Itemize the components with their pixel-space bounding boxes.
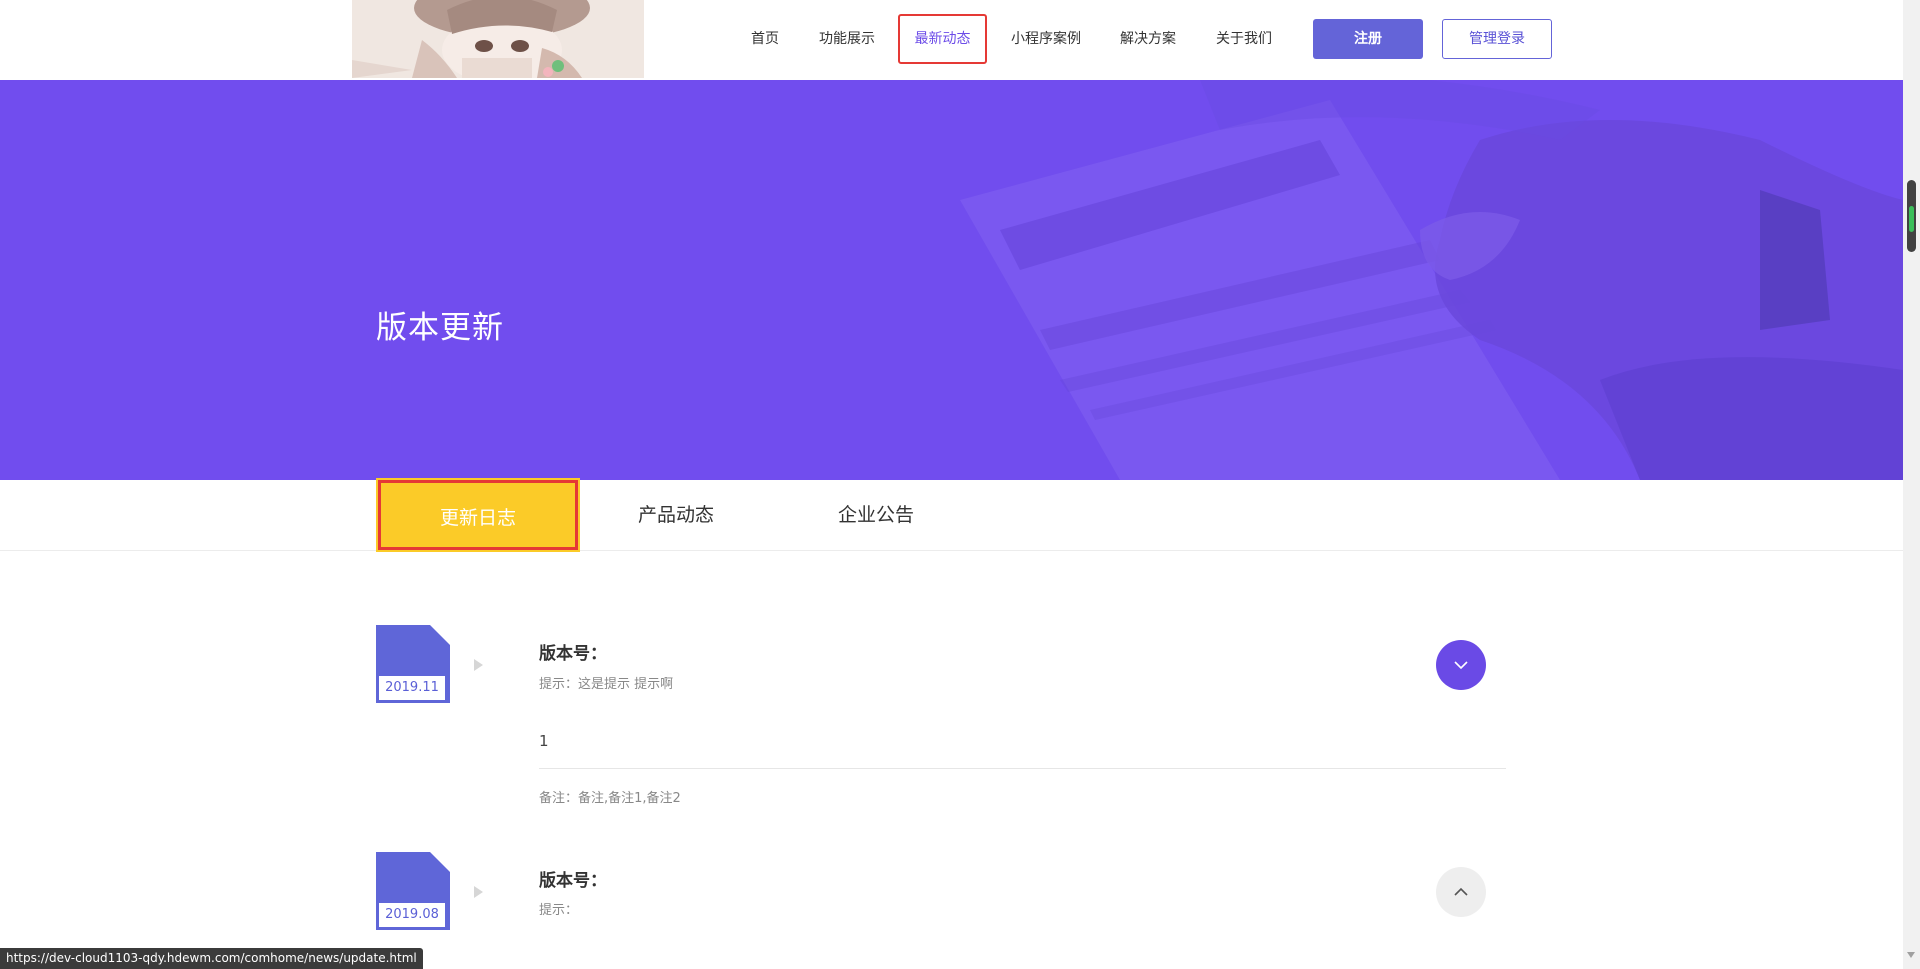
- date-label: 2019.08: [379, 903, 445, 927]
- site-header: 首页 功能展示 最新动态 小程序案例 解决方案 关于我们 注册 管理登录: [0, 0, 1903, 80]
- date-badge: 2019.08: [376, 852, 450, 930]
- date-badge: 2019.11: [376, 625, 450, 703]
- version-title: 版本号：: [539, 871, 607, 891]
- news-tabbar: 更新日志 产品动态 企业公告: [0, 480, 1903, 551]
- banner-title: 版本更新: [376, 310, 504, 346]
- tab-product-news[interactable]: 产品动态: [576, 480, 776, 550]
- nav-item-features[interactable]: 功能展示: [812, 14, 882, 64]
- version-tip: 提示：这是提示 提示啊: [539, 677, 674, 692]
- version-note: 备注：备注,备注1,备注2: [539, 791, 681, 806]
- hero-banner: 版本更新: [0, 80, 1903, 480]
- nav-item-about[interactable]: 关于我们: [1209, 14, 1279, 64]
- pointer-arrow-icon: [474, 659, 483, 671]
- pointer-arrow-icon: [474, 886, 483, 898]
- admin-login-button[interactable]: 管理登录: [1442, 19, 1552, 59]
- scroll-down-arrow-icon[interactable]: [1907, 952, 1915, 958]
- status-bar-url: https://dev-cloud1103-qdy.hdewm.com/comh…: [0, 948, 423, 969]
- expand-toggle-button[interactable]: [1436, 867, 1486, 917]
- nav-item-solutions[interactable]: 解决方案: [1113, 14, 1183, 64]
- version-title: 版本号：: [539, 644, 607, 664]
- nav-item-home[interactable]: 首页: [742, 14, 788, 64]
- nav-item-miniprogram-cases[interactable]: 小程序案例: [1004, 14, 1088, 64]
- tab-company-notice[interactable]: 企业公告: [776, 480, 976, 550]
- nav-item-news[interactable]: 最新动态: [898, 14, 987, 64]
- divider: [539, 768, 1506, 769]
- newspaper-background-icon: [0, 80, 1903, 480]
- version-body: 1: [539, 732, 549, 750]
- page-scrollbar[interactable]: [1903, 0, 1920, 969]
- version-tip: 提示：: [539, 903, 579, 918]
- tab-update-log[interactable]: 更新日志: [378, 480, 578, 550]
- date-label: 2019.11: [379, 676, 445, 700]
- collapse-toggle-button[interactable]: [1436, 640, 1486, 690]
- chevron-up-icon: [1454, 887, 1468, 896]
- anime-logo-icon: [352, 0, 644, 78]
- scroll-indicator-icon: [1909, 206, 1914, 232]
- chevron-down-icon: [1454, 661, 1468, 670]
- register-button[interactable]: 注册: [1313, 19, 1423, 59]
- logo-image[interactable]: [352, 0, 644, 78]
